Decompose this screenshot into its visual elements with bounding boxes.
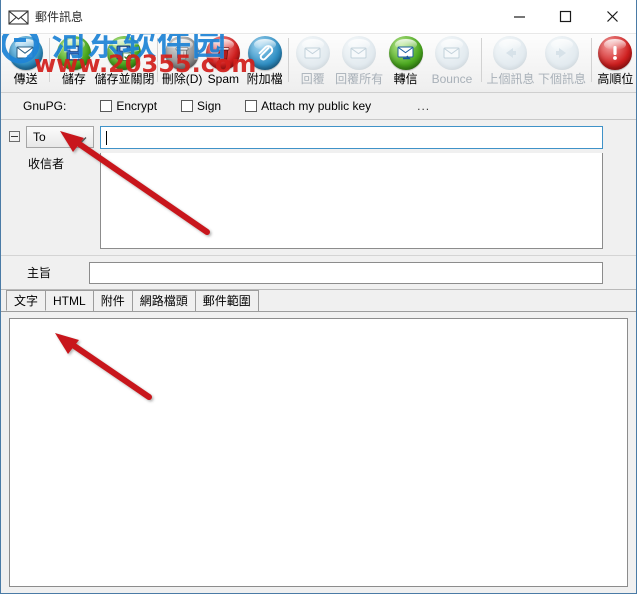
- tab-html[interactable]: HTML: [45, 290, 94, 311]
- toolbar-button-send[interactable]: 傳送: [5, 34, 46, 90]
- recipient-type-value: To: [33, 130, 46, 144]
- send-mail-icon: [8, 36, 43, 70]
- toolbar-label: 轉信: [393, 72, 418, 86]
- text-caret: [106, 131, 107, 145]
- recipient-list-box[interactable]: [100, 153, 603, 249]
- checkbox-box: [245, 100, 258, 112]
- collapse-toggle[interactable]: [9, 131, 20, 142]
- recipient-row: To 收信者: [1, 126, 636, 249]
- toolbar-button-spam[interactable]: Spam: [203, 34, 244, 90]
- tab-label: 郵件範圍: [202, 294, 251, 308]
- toolbar-button-delete[interactable]: 刪除(D): [161, 34, 202, 90]
- toolbar-label: 下個訊息: [538, 72, 587, 86]
- toolbar-button-high-priority[interactable]: 高順位: [595, 34, 636, 90]
- tab-label: 附件: [100, 294, 125, 308]
- toolbar-label: Bounce: [431, 72, 473, 86]
- toolbar-label: 高順位: [597, 72, 634, 86]
- checkbox-box: [100, 100, 113, 112]
- gnupg-options-bar: GnuPG: Encrypt Sign Attach my public key…: [1, 93, 636, 120]
- toolbar-label: 刪除(D): [161, 72, 203, 86]
- minimize-button[interactable]: [496, 0, 542, 33]
- subject-row: 主旨: [1, 255, 636, 289]
- bounce-icon: [434, 36, 469, 70]
- tab-text[interactable]: 文字: [6, 290, 47, 311]
- title-bar: 郵件訊息: [1, 0, 636, 34]
- toolbar-button-previous-message: 上個訊息: [485, 34, 537, 90]
- tab-mail-source[interactable]: 郵件範圍: [194, 290, 259, 311]
- window-title: 郵件訊息: [35, 10, 84, 24]
- close-button[interactable]: [588, 0, 636, 33]
- toolbar-label: 上個訊息: [486, 72, 535, 86]
- toolbar-label: 回覆所有: [335, 72, 384, 86]
- checkbox-label: Sign: [197, 99, 222, 113]
- tab-label: 文字: [14, 293, 39, 308]
- toolbar-button-next-message: 下個訊息: [536, 34, 588, 90]
- toolbar-button-bounce: Bounce: [426, 34, 478, 90]
- gnupg-more-button[interactable]: ...: [417, 99, 430, 113]
- gnupg-label: GnuPG:: [23, 99, 67, 113]
- checkbox-label: Encrypt: [116, 99, 158, 113]
- reply-all-icon: [342, 36, 377, 70]
- toolbar-label: Spam: [207, 72, 240, 86]
- tab-internet-headers[interactable]: 網路檔頭: [131, 290, 196, 311]
- address-fields-panel: To 收信者 主旨: [1, 120, 636, 290]
- toolbar-button-save[interactable]: 儲存: [53, 34, 94, 90]
- delete-trash-icon: [165, 36, 200, 70]
- forward-icon: [388, 36, 423, 70]
- toolbar-separator: [157, 38, 159, 82]
- tab-label: 網路檔頭: [139, 294, 188, 308]
- toolbar-separator: [480, 38, 482, 82]
- recipient-type-column: To 收信者: [26, 126, 100, 172]
- save-and-close-icon: [107, 36, 142, 70]
- reply-icon: [295, 36, 330, 70]
- toolbar-label: 傳送: [13, 72, 38, 86]
- chevron-down-icon: [76, 133, 87, 147]
- previous-message-icon: [493, 36, 528, 70]
- tab-attachments[interactable]: 附件: [92, 290, 133, 311]
- toolbar-button-forward[interactable]: 轉信: [385, 34, 426, 90]
- spam-trash-icon: [206, 36, 241, 70]
- toolbar-button-reply: 回覆: [292, 34, 333, 90]
- toolbar-label: 儲存並關閉: [94, 72, 155, 86]
- message-body[interactable]: [9, 318, 628, 587]
- toolbar-label: 附加檔: [246, 72, 283, 86]
- recipient-sub-label: 收信者: [28, 157, 65, 171]
- recipient-input[interactable]: [100, 126, 603, 149]
- content-tabs: 文字 HTML 附件 網路檔頭 郵件範圍: [1, 290, 636, 312]
- high-priority-icon: [598, 36, 633, 70]
- toolbar-separator: [49, 38, 51, 82]
- window-controls: [496, 0, 636, 33]
- toolbar-button-reply-all: 回覆所有: [333, 34, 385, 90]
- attachment-paperclip-icon: [247, 36, 282, 70]
- toolbar-button-attachment[interactable]: 附加檔: [244, 34, 285, 90]
- checkbox-box: [181, 100, 194, 112]
- toolbar-label: 回覆: [300, 72, 325, 86]
- toolbar-button-save-and-close[interactable]: 儲存並關閉: [94, 34, 154, 90]
- gnupg-encrypt-checkbox[interactable]: Encrypt: [100, 99, 157, 113]
- envelope-icon: [8, 8, 30, 26]
- tab-label: HTML: [53, 294, 86, 308]
- recipient-inputs: [100, 126, 636, 249]
- gnupg-sign-checkbox[interactable]: Sign: [181, 99, 221, 113]
- next-message-icon: [545, 36, 580, 70]
- toolbar-separator: [590, 38, 592, 82]
- subject-label: 主旨: [27, 266, 52, 280]
- toolbar-separator: [288, 38, 290, 82]
- main-toolbar: 傳送 儲存 儲存並關閉 刪除(D) Spam 附加檔 回覆 回覆所有 轉信 Bo…: [1, 34, 636, 93]
- toolbar-label: 儲存: [61, 72, 86, 86]
- subject-input[interactable]: [89, 261, 603, 284]
- recipient-type-select[interactable]: To: [26, 126, 94, 148]
- save-icon: [56, 36, 91, 70]
- mail-compose-window: 郵件訊息 傳送 儲存 儲存並關閉 刪除(D) Spam 附加檔 回覆 回覆所有 …: [0, 0, 637, 594]
- maximize-button[interactable]: [542, 0, 588, 33]
- gnupg-attach-public-key-checkbox[interactable]: Attach my public key: [245, 99, 371, 113]
- checkbox-label: Attach my public key: [261, 99, 372, 113]
